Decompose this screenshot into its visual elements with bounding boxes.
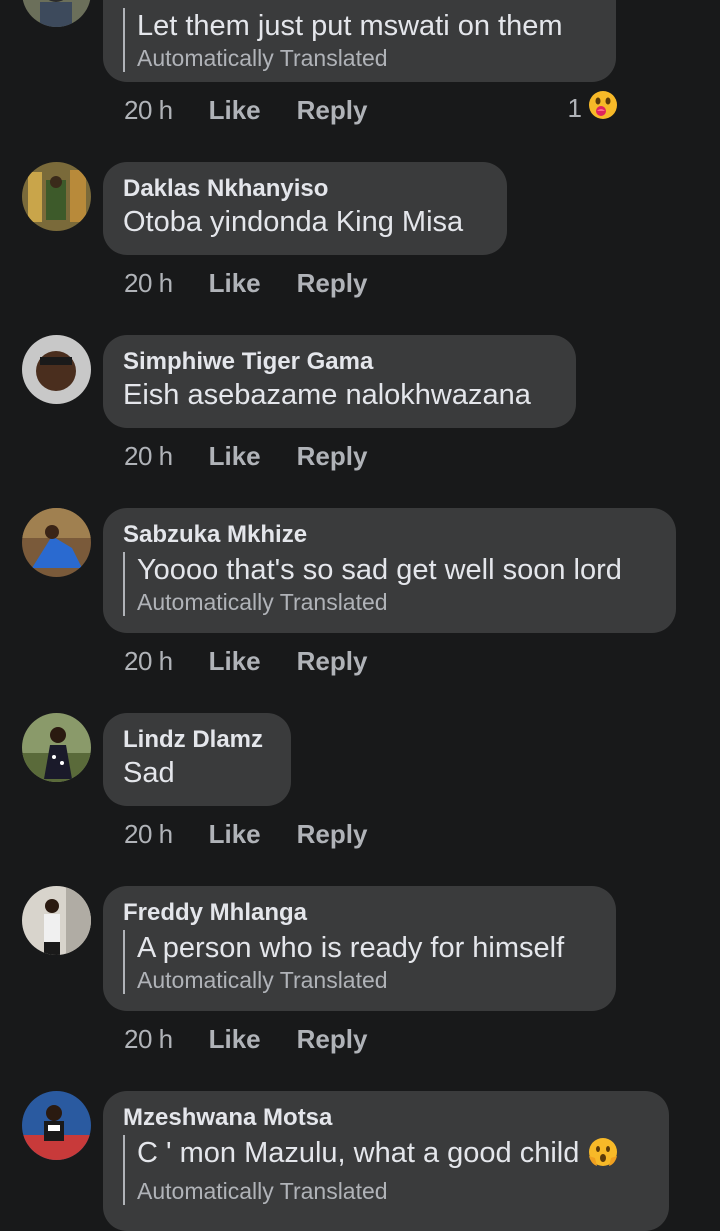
translated-block: A person who is ready for himself Automa… — [123, 930, 596, 994]
avatar[interactable] — [22, 1091, 91, 1160]
like-button[interactable]: Like — [209, 819, 261, 850]
like-button[interactable]: Like — [209, 1024, 261, 1055]
comment-author[interactable]: Lindz Dlamz — [123, 725, 271, 755]
comment-bubble[interactable]: Freddy Mhlanga A person who is ready for… — [103, 886, 616, 1011]
like-button[interactable]: Like — [209, 95, 261, 126]
avatar[interactable] — [22, 508, 91, 577]
timestamp[interactable]: 20 h — [124, 268, 173, 299]
comment-actions: 20 h Like Reply — [124, 645, 367, 677]
reaction-summary[interactable]: 1 — [567, 90, 618, 127]
timestamp[interactable]: 20 h — [124, 819, 173, 850]
reply-button[interactable]: Reply — [297, 95, 368, 126]
translated-label[interactable]: Automatically Translated — [137, 1177, 649, 1205]
avatar[interactable] — [22, 162, 91, 231]
reply-button[interactable]: Reply — [297, 268, 368, 299]
comment-text: Yoooo that's so sad get well soon lord — [137, 554, 622, 586]
like-button[interactable]: Like — [209, 646, 261, 677]
like-button[interactable]: Like — [209, 268, 261, 299]
reply-button[interactable]: Reply — [297, 1024, 368, 1055]
reply-button[interactable]: Reply — [297, 819, 368, 850]
translated-label[interactable]: Automatically Translated — [137, 588, 656, 616]
comment-text: Sad — [123, 757, 175, 789]
comment-text: Eish asebazame nalokhwazana — [123, 379, 531, 411]
translated-label[interactable]: Automatically Translated — [137, 966, 596, 994]
avatar[interactable] — [22, 713, 91, 782]
comment-actions: 20 h Like Reply — [124, 818, 367, 850]
timestamp[interactable]: 20 h — [124, 441, 173, 472]
avatar[interactable] — [22, 335, 91, 404]
comment-author[interactable]: Mzeshwana Motsa — [123, 1103, 649, 1133]
comment-bubble[interactable]: Sabzuka Mkhize Yoooo that's so sad get w… — [103, 508, 676, 633]
comment-actions: 20 h Like Reply — [124, 1023, 367, 1055]
translated-block: Let them just put mswati on them Automat… — [123, 8, 596, 72]
comment-text: C ' mon Mazulu, what a good child — [137, 1137, 580, 1169]
comment-author[interactable]: Daklas Nkhanyiso — [123, 174, 487, 204]
comment-actions: 20 h Like Reply — [124, 267, 367, 299]
timestamp[interactable]: 20 h — [124, 1024, 173, 1055]
comment-text-row: C ' mon Mazulu, what a good child — [137, 1135, 649, 1177]
reply-button[interactable]: Reply — [297, 646, 368, 677]
comment-bubble[interactable]: Simphiwe Tiger Gama Eish asebazame nalok… — [103, 335, 576, 428]
comment-text: Let them just put mswati on them — [137, 10, 563, 42]
comment-text: Otoba yindonda King Misa — [123, 206, 464, 238]
avatar[interactable] — [22, 886, 91, 955]
face-with-hands-icon — [587, 1136, 619, 1177]
translated-label[interactable]: Automatically Translated — [137, 44, 596, 72]
translated-block: C ' mon Mazulu, what a good child Automa… — [123, 1135, 649, 1205]
comment-bubble[interactable]: Daklas Nkhanyiso Otoba yindonda King Mis… — [103, 162, 507, 255]
comment-author[interactable]: Simphiwe Tiger Gama — [123, 347, 556, 377]
comment-author[interactable]: Freddy Mhlanga — [123, 898, 596, 928]
comment-actions: 20 h Like Reply — [124, 440, 367, 472]
comment-bubble[interactable]: Let them just put mswati on them Automat… — [103, 0, 616, 82]
comment-bubble[interactable]: Lindz Dlamz Sad — [103, 713, 291, 806]
like-button[interactable]: Like — [209, 441, 261, 472]
translated-block: Yoooo that's so sad get well soon lord A… — [123, 552, 656, 616]
reaction-count: 1 — [567, 92, 582, 123]
comment-bubble[interactable]: Mzeshwana Motsa C ' mon Mazulu, what a g… — [103, 1091, 669, 1231]
timestamp[interactable]: 20 h — [124, 95, 173, 126]
comment-text: A person who is ready for himself — [137, 932, 565, 964]
avatar[interactable] — [22, 0, 91, 27]
reply-button[interactable]: Reply — [297, 441, 368, 472]
comment-actions: 20 h Like Reply — [124, 94, 367, 126]
wow-face-icon — [588, 90, 618, 127]
timestamp[interactable]: 20 h — [124, 646, 173, 677]
comment-author[interactable]: Sabzuka Mkhize — [123, 520, 656, 550]
